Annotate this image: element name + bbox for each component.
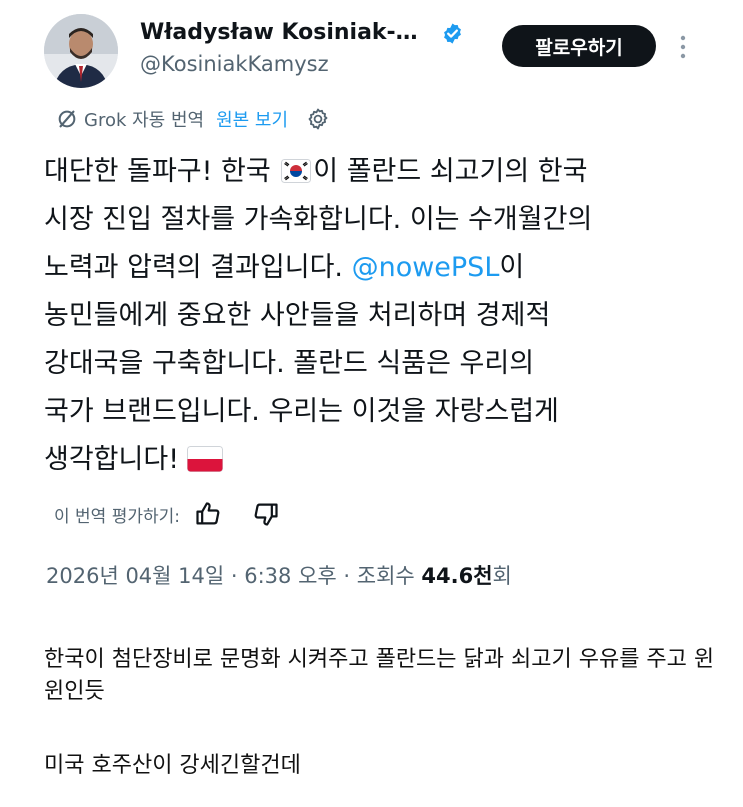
tweet-text-line: 노력과 압력의 결과입니다. @nowePSL이 (44, 244, 684, 292)
tweet-text: 대단한 돌파구! 한국 이 폴란드 쇠고기의 한국 시장 진입 절차를 가속화합… (44, 148, 684, 484)
rate-translation-label: 이 번역 평가하기: (54, 506, 181, 527)
views-label: 조회수 (356, 564, 422, 588)
tweet-meta: 2026년 04월 14일 · 6:38 오후 · 조회수 44.6천회 (46, 560, 512, 590)
translation-bar: Grok 자동 번역 원본 보기 (56, 105, 330, 133)
tweet-text-segment: 이 폴란드 쇠고기의 한국 (313, 156, 588, 187)
tweet-text-line: 시장 진입 절차를 가속화합니다. 이는 수개월간의 (44, 204, 593, 235)
translation-label: Grok 자동 번역 (84, 110, 205, 131)
follow-button[interactable]: 팔로우하기 (502, 25, 656, 67)
verified-badge-icon (444, 23, 461, 44)
author-name[interactable]: Władysław Kosiniak-… (140, 20, 418, 45)
views-count: 44.6천 (421, 564, 493, 588)
author-handle[interactable]: @KosiniakKamysz (140, 52, 329, 76)
mention-link[interactable]: @nowePSL (352, 252, 500, 283)
more-options-icon[interactable] (677, 33, 689, 61)
meta-separator: · (336, 564, 357, 588)
meta-separator: · (224, 564, 245, 588)
thumb-down-icon[interactable] (252, 500, 280, 528)
thumb-up-icon[interactable] (194, 500, 222, 528)
comment-text: 한국이 첨단장비로 문명화 시켜주고 폴란드는 닭과 쇠고기 우유를 주고 윈윈… (44, 647, 715, 704)
grok-slash-icon (58, 110, 76, 128)
tweet-text-segment: 대단한 돌파구! 한국 (44, 156, 280, 187)
tweet-text-segment: 생각합니다! (44, 444, 180, 475)
avatar[interactable] (44, 14, 118, 88)
poland-flag-icon (187, 446, 224, 472)
tweet-text-line: 대단한 돌파구! 한국 이 폴란드 쇠고기의 한국 (44, 148, 684, 196)
rate-translation-row: 이 번역 평가하기: (54, 498, 280, 530)
tweet-text-line: 강대국을 구축합니다. 폴란드 식품은 우리의 (44, 348, 535, 379)
tweet-text-line: 농민들에게 중요한 사안들을 처리하며 경제적 (44, 300, 551, 331)
views-suffix: 회 (492, 564, 512, 588)
show-original-link[interactable]: 원본 보기 (216, 106, 288, 132)
comment-text: 미국 호주산이 강세긴할건데 (44, 753, 301, 778)
tweet-text-segment: 노력과 압력의 결과입니다. (44, 252, 352, 283)
tweet-date[interactable]: 2026년 04월 14일 (46, 564, 224, 588)
tweet-text-line: 국가 브랜드입니다. 우리는 이것을 자랑스럽게 (44, 396, 559, 427)
tweet-text-line: 생각합니다! (44, 436, 684, 484)
settings-gear-icon[interactable] (306, 107, 330, 131)
korea-flag-icon (281, 159, 312, 183)
tweet-card: Władysław Kosiniak-… @KosiniakKamysz 팔로우… (0, 0, 743, 612)
tweet-time[interactable]: 6:38 오후 (244, 564, 336, 588)
tweet-text-segment: 이 (499, 252, 525, 283)
